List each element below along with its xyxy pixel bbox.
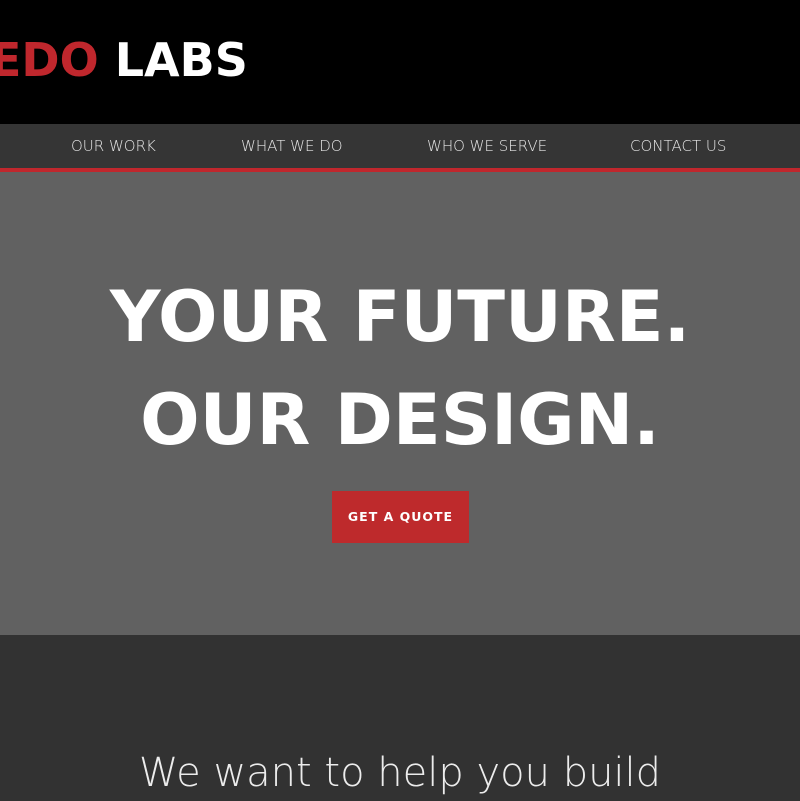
intro-section: We want to help you build xyxy=(0,635,800,800)
intro-heading: We want to help you build xyxy=(138,750,662,796)
nav-item-what-we-do[interactable]: WHAT WE DO xyxy=(241,124,343,168)
logo-accent-text: EDO xyxy=(0,33,99,87)
logo-text: LABS xyxy=(98,33,248,87)
nav-item-our-work[interactable]: OUR WORK xyxy=(71,124,156,168)
hero-headline-line-2: OUR DESIGN. xyxy=(140,379,660,461)
nav-item-who-we-serve[interactable]: WHO WE SERVE xyxy=(427,124,547,168)
main-navigation: OUR WORK WHAT WE DO WHO WE SERVE CONTACT… xyxy=(0,124,800,172)
get-a-quote-button[interactable]: GET A QUOTE xyxy=(332,491,469,543)
hero-headline-line-1: YOUR FUTURE. xyxy=(109,276,691,358)
site-header: EDO LABS xyxy=(0,0,800,124)
nav-item-contact-us[interactable]: CONTACT US xyxy=(630,124,726,168)
site-logo[interactable]: EDO LABS xyxy=(0,34,248,86)
hero-banner: YOUR FUTURE. OUR DESIGN. GET A QUOTE xyxy=(0,172,800,635)
